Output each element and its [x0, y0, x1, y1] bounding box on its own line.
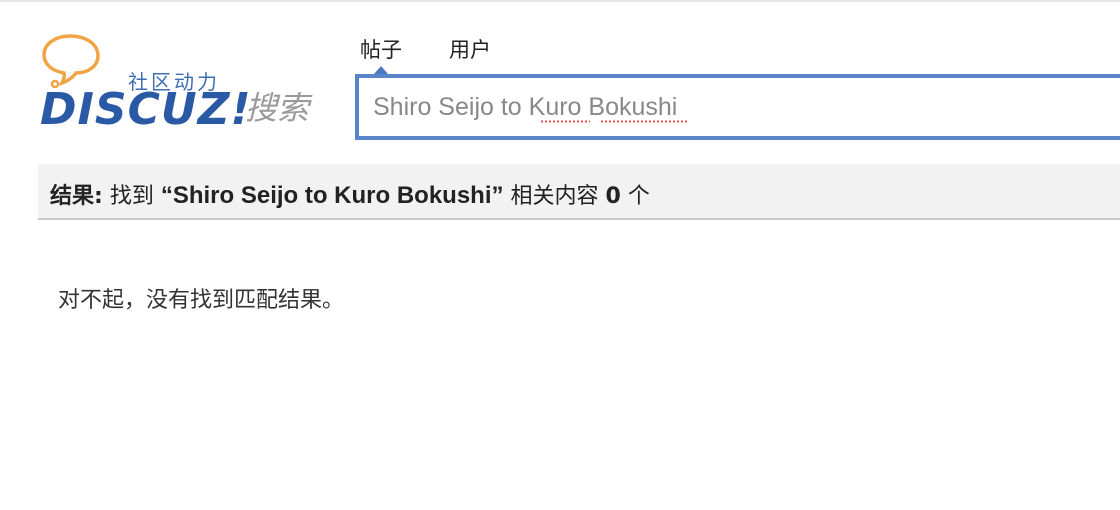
search-box — [355, 74, 1120, 140]
result-unit: 个 — [627, 184, 650, 209]
top-divider — [0, 0, 1120, 2]
logo-subtitle: 搜索 — [245, 89, 310, 127]
result-summary-bar: 结果: 找到 “Shiro Seijo to Kuro Bokushi” 相关内… — [38, 164, 1120, 220]
spellcheck-underline — [540, 120, 590, 123]
discuz-logo[interactable]: 社区动力 DISCUZ! 搜索 — [38, 32, 328, 142]
logo-wordmark: DISCUZ! — [40, 84, 252, 135]
tab-users[interactable]: 用户 — [449, 34, 491, 64]
no-results-message: 对不起，没有找到匹配结果。 — [58, 288, 345, 313]
result-summary: 结果: 找到 “Shiro Seijo to Kuro Bokushi” 相关内… — [50, 178, 650, 210]
search-input[interactable] — [359, 78, 1120, 136]
result-count: 0 — [605, 184, 621, 209]
spellcheck-underline — [600, 120, 688, 123]
active-tab-caret-icon — [374, 66, 388, 74]
search-page: 社区动力 DISCUZ! 搜索 帖子 用户 结果: 找到 “Shiro Seij… — [0, 0, 1120, 510]
result-related-label: 相关内容 — [510, 184, 599, 209]
result-query: “Shiro Seijo to Kuro Bokushi” — [160, 182, 504, 209]
tab-posts[interactable]: 帖子 — [360, 34, 402, 64]
result-found-label: 找到 — [109, 184, 154, 209]
speech-bubble-icon — [42, 34, 100, 88]
result-prefix: 结果: — [50, 184, 103, 209]
